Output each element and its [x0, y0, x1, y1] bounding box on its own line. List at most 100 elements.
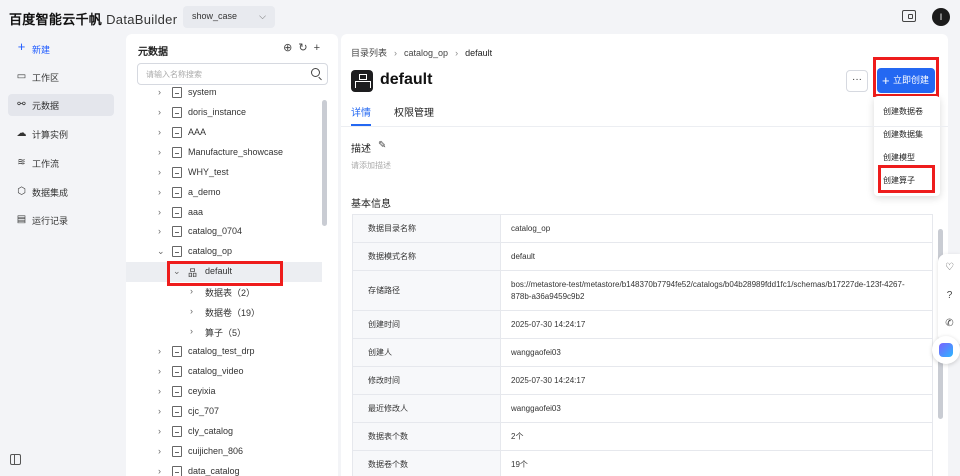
info-value: 2025-07-30 14:24:17 [500, 310, 933, 339]
sidebar-item-integration[interactable]: ⬡ 数据集成 [8, 181, 114, 203]
basic-info-title: 基本信息 [351, 199, 391, 210]
chevron-right-icon[interactable]: › [158, 226, 161, 236]
tree-node[interactable]: › 算子（5） [126, 322, 322, 342]
highlight-box-default [167, 261, 283, 286]
catalog-icon [172, 366, 182, 377]
tree-node[interactable]: › system [126, 83, 322, 103]
highlight-box-create-operator [878, 165, 935, 193]
tree-node-label: ceyixia [188, 386, 216, 396]
new-button[interactable]: + 新建 [8, 38, 114, 60]
description-title: 描述 [351, 144, 371, 155]
tree-node[interactable]: › catalog_0704 [126, 222, 322, 242]
sidebar-item-workspace[interactable]: ▭ 工作区 [8, 66, 114, 88]
info-value: default [500, 242, 933, 271]
more-button[interactable]: ··· [846, 70, 868, 92]
description-placeholder[interactable]: 请添加描述 [351, 160, 391, 171]
chevron-right-icon[interactable]: › [158, 406, 161, 416]
chevron-right-icon[interactable]: › [158, 446, 161, 456]
phone-icon[interactable]: ✆ [944, 318, 955, 329]
chevron-right-icon[interactable]: › [190, 326, 193, 336]
chevron-right-icon[interactable]: › [158, 426, 161, 436]
cloud-icon: ☁ [16, 128, 27, 139]
chevron-right-icon[interactable]: › [158, 87, 161, 97]
tree-node[interactable]: › data_catalog [126, 462, 322, 476]
tree-node[interactable]: › AAA [126, 123, 322, 143]
catalog-icon [172, 446, 182, 457]
catalog-icon [172, 127, 182, 138]
tree-node[interactable]: › Manufacture_showcase [126, 143, 322, 163]
tree-node[interactable]: › aaa [126, 203, 322, 223]
tree-node-label: aaa [188, 207, 204, 217]
brand-logo[interactable]: 百度智能云千帆 DataBuilder [9, 9, 177, 28]
breadcrumb-current: default [465, 48, 493, 58]
tree-node-label: cly_catalog [188, 426, 234, 436]
tree-node[interactable]: › doris_instance [126, 103, 322, 123]
catalog-icon [172, 346, 182, 357]
tree-scrollbar[interactable] [322, 100, 327, 226]
refresh-icon[interactable]: ↻ [298, 42, 313, 54]
chevron-right-icon[interactable]: › [158, 167, 161, 177]
tab-details[interactable]: 详情 [351, 104, 371, 119]
chevron-right-icon[interactable]: › [158, 366, 161, 376]
tree-node[interactable]: › cjc_707 [126, 402, 322, 422]
side-nav: + 新建 ▭ 工作区 ⚯ 元数据 ☁ 计算实例 ≋ 工作流 ⬡ 数据集成 ▤ 运… [0, 34, 122, 476]
chevron-right-icon[interactable]: › [158, 107, 161, 117]
target-icon[interactable]: ⊕ [283, 42, 298, 54]
tree-node[interactable]: › cuijichen_806 [126, 442, 322, 462]
breadcrumb-catalog[interactable]: catalog_op [404, 48, 448, 58]
chevron-right-icon[interactable]: › [158, 147, 161, 157]
chevron-right-icon[interactable]: › [158, 207, 161, 217]
tree-search-input[interactable]: 请输入名称搜索 [137, 63, 328, 85]
sidebar-item-workflow[interactable]: ≋ 工作流 [8, 152, 114, 174]
tree-node[interactable]: › cly_catalog [126, 422, 322, 442]
table-row: 数据卷个数 19个 [352, 450, 933, 476]
tree-node-label: 数据卷（19） [205, 308, 261, 318]
tree-node-label: cuijichen_806 [188, 446, 244, 456]
detail-panel: 目录列表 › catalog_op › default default ··· + 立即… [341, 34, 948, 476]
edit-icon[interactable]: ✎ [378, 140, 386, 151]
tree-node-expanded[interactable]: ⌄ catalog_op [126, 242, 322, 262]
info-value: 2个 [500, 422, 933, 451]
record-icon: ▤ [16, 214, 27, 225]
tree-node[interactable]: › a_demo [126, 183, 322, 203]
chevron-right-icon[interactable]: › [158, 386, 161, 396]
wallet-icon[interactable] [902, 10, 916, 22]
tree-node[interactable]: › 数据卷（19） [126, 302, 322, 322]
heart-icon[interactable]: ♡ [944, 262, 955, 273]
chevron-right-icon[interactable]: › [158, 127, 161, 137]
assistant-logo-icon[interactable] [932, 336, 960, 364]
chevron-right-icon[interactable]: › [190, 286, 193, 296]
catalog-icon [172, 426, 182, 437]
help-icon[interactable]: ? [944, 290, 955, 301]
info-key: 数据目录名称 [352, 214, 501, 243]
table-row: 数据表个数 2个 [352, 422, 933, 451]
tree-node[interactable]: › ceyixia [126, 382, 322, 402]
chevron-down-icon[interactable]: ⌄ [157, 246, 165, 257]
avatar[interactable]: I [932, 8, 950, 26]
catalog-icon [172, 107, 182, 118]
tree-node[interactable]: › catalog_test_drp [126, 342, 322, 362]
chevron-right-icon[interactable]: › [190, 306, 193, 316]
catalog-icon [172, 147, 182, 158]
add-icon[interactable]: + [314, 42, 326, 54]
menu-item-create-volume[interactable]: 创建数据卷 [874, 100, 940, 122]
new-label: 新建 [32, 45, 51, 55]
search-icon[interactable] [311, 68, 320, 77]
tab-permissions[interactable]: 权限管理 [394, 104, 434, 119]
chevron-right-icon[interactable]: › [158, 187, 161, 197]
collapse-sidebar-icon[interactable] [10, 454, 21, 465]
sidebar-item-run-records[interactable]: ▤ 运行记录 [8, 209, 114, 231]
table-row: 修改时间 2025-07-30 14:24:17 [352, 366, 933, 395]
tree-node[interactable]: › WHY_test [126, 163, 322, 183]
sidebar-item-compute[interactable]: ☁ 计算实例 [8, 123, 114, 145]
breadcrumb-root[interactable]: 目录列表 [351, 48, 387, 58]
workspace-select[interactable]: show_case ⌵ [183, 6, 275, 28]
info-value: 19个 [500, 450, 933, 476]
tree-node[interactable]: › catalog_video [126, 362, 322, 382]
chevron-right-icon[interactable]: › [158, 466, 161, 476]
sidebar-item-metadata[interactable]: ⚯ 元数据 [8, 94, 114, 116]
integration-icon: ⬡ [17, 186, 26, 197]
metadata-icon: ⚯ [17, 99, 26, 110]
tree-node-label: WHY_test [188, 167, 229, 177]
chevron-right-icon[interactable]: › [158, 346, 161, 356]
